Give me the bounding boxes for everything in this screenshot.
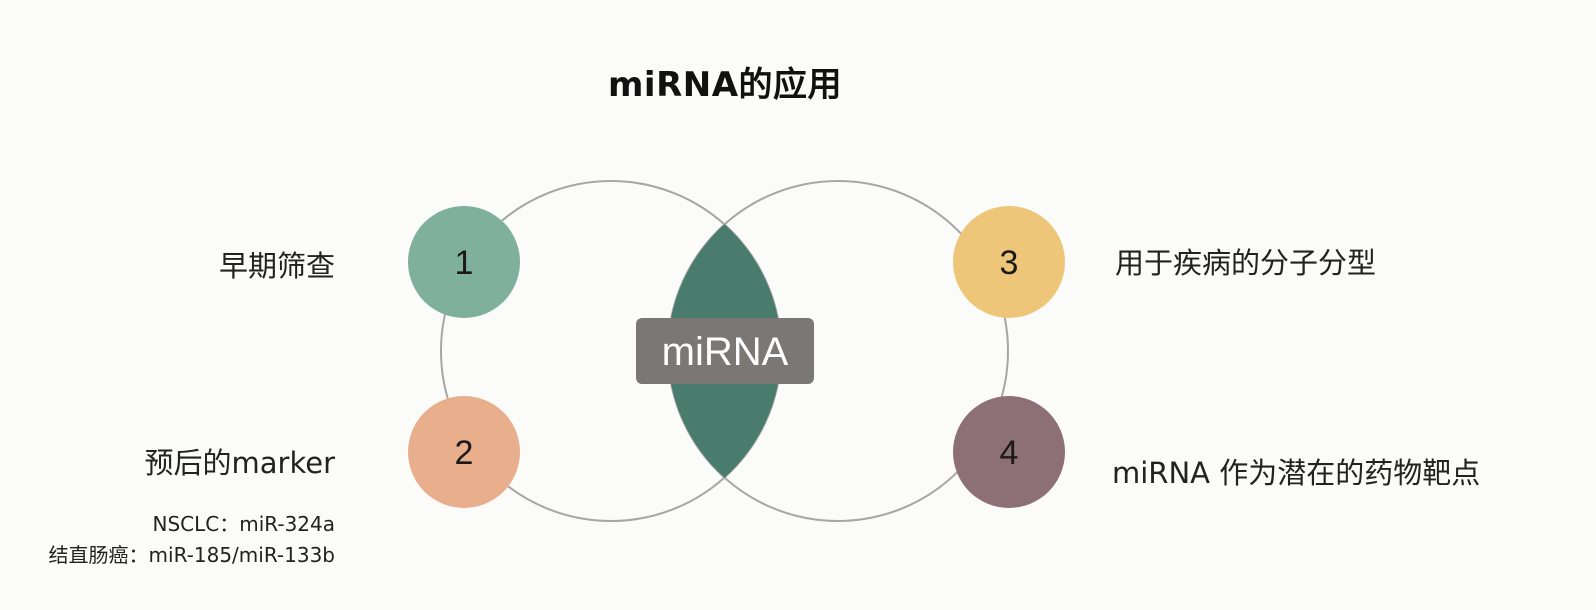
node-1-number: 1: [455, 244, 474, 282]
center-label: miRNA: [662, 330, 789, 374]
slide: miRNA的应用 1 2 3 4 miRNA 早期筛查 预后的marker 用于…: [0, 0, 1596, 610]
node-1-label: 早期筛查: [218, 249, 335, 283]
node-2-label: 预后的marker: [144, 446, 335, 480]
note-nsclc: NSCLC：miR-324a: [152, 512, 336, 536]
node-2-number: 2: [455, 434, 474, 472]
node-3-number: 3: [1000, 244, 1019, 282]
marker-notes: NSCLC：miR-324a 结直肠癌：miR-185/miR-133b: [49, 509, 335, 571]
note-colorectal: 结直肠癌：miR-185/miR-133b: [48, 543, 335, 567]
node-4-number: 4: [1000, 434, 1019, 472]
node-3-label: 用于疾病的分子分型: [1115, 246, 1377, 280]
node-4-label: miRNA 作为潜在的药物靶点: [1112, 456, 1481, 490]
